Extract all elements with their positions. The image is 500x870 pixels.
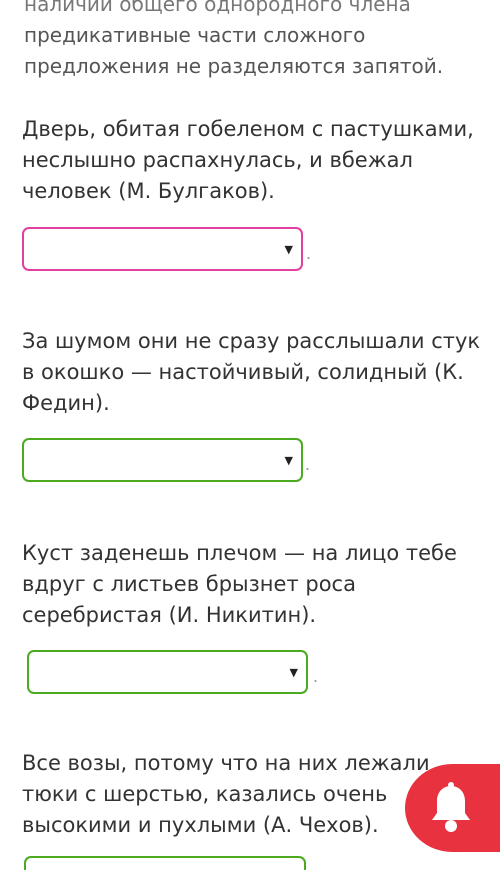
notification-button[interactable] <box>405 764 500 852</box>
answer-select-2[interactable]: ▼ <box>22 438 303 482</box>
caret-down-icon: ▼ <box>284 454 293 468</box>
sentence-2-punct: . <box>305 455 311 474</box>
sentence-2: За шумом они не сразу расслышали стук в … <box>22 329 481 415</box>
instruction-line-3: предложения не разделяются запятой. <box>24 54 444 78</box>
sentence-3-punct: . <box>313 667 319 686</box>
bell-icon <box>432 782 470 832</box>
instruction-line-2: предикативные части сложного <box>24 23 366 47</box>
sentence-1: Дверь, обитая гобеленом с пастушками, не… <box>22 117 474 203</box>
instruction-line-1: наличии общего однородного члена <box>24 0 411 16</box>
answer-select-1[interactable]: ▼ <box>22 227 303 271</box>
instruction-text: наличии общего однородного члена предика… <box>24 0 484 82</box>
answer-select-3[interactable]: ▼ <box>27 650 308 694</box>
caret-down-icon: ▼ <box>284 243 293 257</box>
answer-select-4[interactable] <box>24 856 306 870</box>
sentence-3: Куст заденешь плечом — на лицо тебе вдру… <box>22 541 457 627</box>
sentence-1-punct: . <box>306 244 312 263</box>
caret-down-icon: ▼ <box>289 666 298 680</box>
